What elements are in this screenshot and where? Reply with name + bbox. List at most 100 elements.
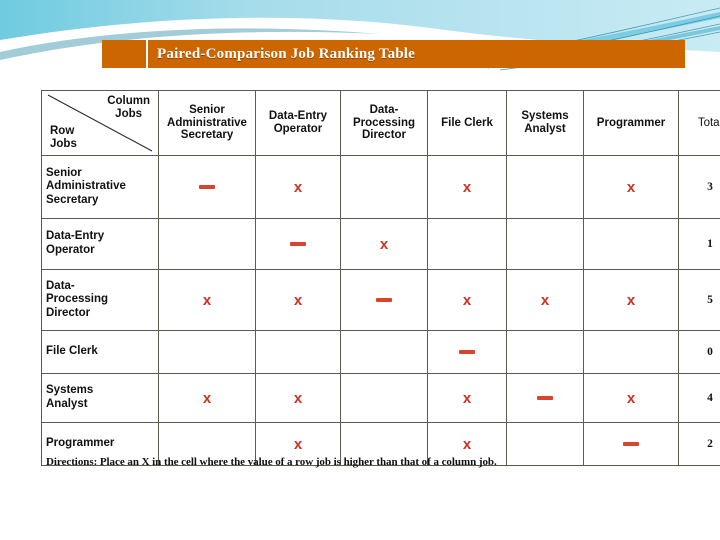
cell-empty[interactable] — [340, 330, 428, 374]
cell-empty[interactable] — [583, 218, 679, 270]
column-header-line: Systems — [521, 110, 569, 123]
row-header-line: Senior — [46, 166, 82, 179]
cell-mark-x[interactable]: x — [158, 373, 256, 423]
cell-mark-dash[interactable] — [340, 269, 428, 331]
cell-empty[interactable] — [340, 155, 428, 219]
column-header-line: Total — [697, 116, 720, 129]
table-row: Systems Analyst x x x x 4 — [41, 373, 720, 423]
cell-mark-x[interactable]: x — [427, 155, 507, 219]
empty-cell-spacer — [631, 344, 632, 358]
corner-row-label: Row Jobs — [50, 125, 77, 151]
cell-mark-x[interactable]: x — [340, 218, 428, 270]
empty-cell-spacer — [207, 344, 208, 358]
dash-mark-icon — [290, 241, 306, 246]
x-mark-icon: x — [540, 291, 550, 309]
empty-cell-spacer — [207, 436, 208, 450]
corner-header-cell: Column Jobs Row Jobs — [41, 90, 159, 156]
column-header-systems-analyst: Systems Analyst — [506, 90, 584, 156]
x-mark-icon: x — [202, 389, 212, 407]
slide-title-bar: Paired-Comparison Job Ranking Table — [102, 40, 685, 68]
cell-empty[interactable] — [506, 218, 584, 270]
cell-empty[interactable] — [158, 218, 256, 270]
table-row: File Clerk 0 — [41, 330, 720, 374]
column-header-line: Administrative — [167, 116, 247, 129]
cell-mark-x[interactable]: x — [506, 269, 584, 331]
cell-mark-x[interactable]: x — [583, 269, 679, 331]
empty-cell-spacer — [545, 436, 546, 450]
row-header-line: Director — [46, 306, 91, 319]
cell-mark-dash[interactable] — [158, 155, 256, 219]
cell-empty[interactable] — [427, 218, 507, 270]
x-mark-icon: x — [293, 435, 303, 453]
corner-column-label: Column Jobs — [107, 95, 150, 121]
column-header-total: Total — [678, 90, 720, 156]
empty-cell-spacer — [207, 236, 208, 250]
cell-empty[interactable] — [255, 330, 341, 374]
x-mark-icon: x — [379, 235, 389, 253]
row-header-line: Secretary — [46, 193, 99, 206]
empty-cell-spacer — [545, 344, 546, 358]
cell-mark-x[interactable]: x — [255, 155, 341, 219]
cell-mark-x[interactable]: x — [427, 269, 507, 331]
table-row: Senior Administrative Secretary x x x 3 — [41, 155, 720, 219]
row-header-line: Systems — [46, 384, 94, 397]
cell-mark-x[interactable]: x — [255, 269, 341, 331]
cell-mark-x[interactable]: x — [583, 373, 679, 423]
cell-mark-x[interactable]: x — [583, 155, 679, 219]
row-header-cell: Data- Processing Director — [41, 269, 159, 331]
cell-mark-x[interactable]: x — [158, 269, 256, 331]
row-header-cell: Senior Administrative Secretary — [41, 155, 159, 219]
row-header-line: Analyst — [46, 398, 88, 410]
empty-cell-spacer — [298, 344, 299, 358]
column-header-line: Programmer — [596, 116, 666, 129]
column-header-line: Data-Entry — [268, 110, 328, 123]
row-total-cell: 4 — [678, 373, 720, 423]
column-header-line: Secretary — [180, 129, 234, 142]
column-header-line: Senior — [189, 103, 225, 116]
corner-row-label-line2: Jobs — [50, 137, 77, 150]
dash-mark-icon — [623, 441, 639, 446]
empty-cell-spacer — [545, 236, 546, 250]
cell-mark-dash[interactable] — [255, 218, 341, 270]
row-header-cell: Data-Entry Operator — [41, 218, 159, 270]
cell-mark-dash[interactable] — [506, 373, 584, 423]
cell-empty[interactable] — [583, 330, 679, 374]
row-header-cell: Systems Analyst — [41, 373, 159, 423]
cell-empty[interactable] — [158, 330, 256, 374]
paired-comparison-table-wrap: Column Jobs Row Jobs Senior Administrati… — [41, 90, 720, 466]
row-total-cell: 1 — [678, 218, 720, 270]
table-header: Column Jobs Row Jobs Senior Administrati… — [41, 90, 720, 156]
empty-cell-spacer — [545, 179, 546, 193]
cell-empty[interactable] — [340, 373, 428, 423]
column-header-senior-administrative-secretary: Senior Administrative Secretary — [158, 90, 256, 156]
empty-cell-spacer — [384, 179, 385, 193]
dash-mark-icon — [199, 184, 215, 189]
cell-empty[interactable] — [506, 330, 584, 374]
paired-comparison-table: Column Jobs Row Jobs Senior Administrati… — [41, 90, 720, 466]
x-mark-icon: x — [462, 291, 472, 309]
empty-cell-spacer — [631, 236, 632, 250]
cell-empty[interactable] — [506, 155, 584, 219]
x-mark-icon: x — [293, 178, 303, 196]
cell-mark-x[interactable]: x — [427, 373, 507, 423]
corner-column-label-line1: Column — [107, 95, 150, 107]
x-mark-icon: x — [462, 435, 472, 453]
column-header-programmer: Programmer — [583, 90, 679, 156]
empty-cell-spacer — [384, 344, 385, 358]
x-mark-icon: x — [462, 389, 472, 407]
dash-mark-icon — [459, 349, 475, 354]
x-mark-icon: x — [293, 389, 303, 407]
title-accent-block — [102, 40, 146, 68]
row-header-line: Processing — [46, 293, 108, 306]
cell-mark-dash[interactable] — [427, 330, 507, 374]
x-mark-icon: x — [626, 291, 636, 309]
row-total-cell: 5 — [678, 269, 720, 331]
x-mark-icon: x — [462, 178, 472, 196]
corner-row-label-line1: Row — [50, 124, 75, 137]
table-body: Senior Administrative Secretary x x x 3 Data-En… — [41, 155, 720, 466]
column-header-line: Operator — [273, 123, 323, 135]
cell-mark-x[interactable]: x — [255, 373, 341, 423]
column-header-data-entry-operator: Data-Entry Operator — [255, 90, 341, 156]
column-header-file-clerk: File Clerk — [427, 90, 507, 156]
x-mark-icon: x — [626, 389, 636, 407]
